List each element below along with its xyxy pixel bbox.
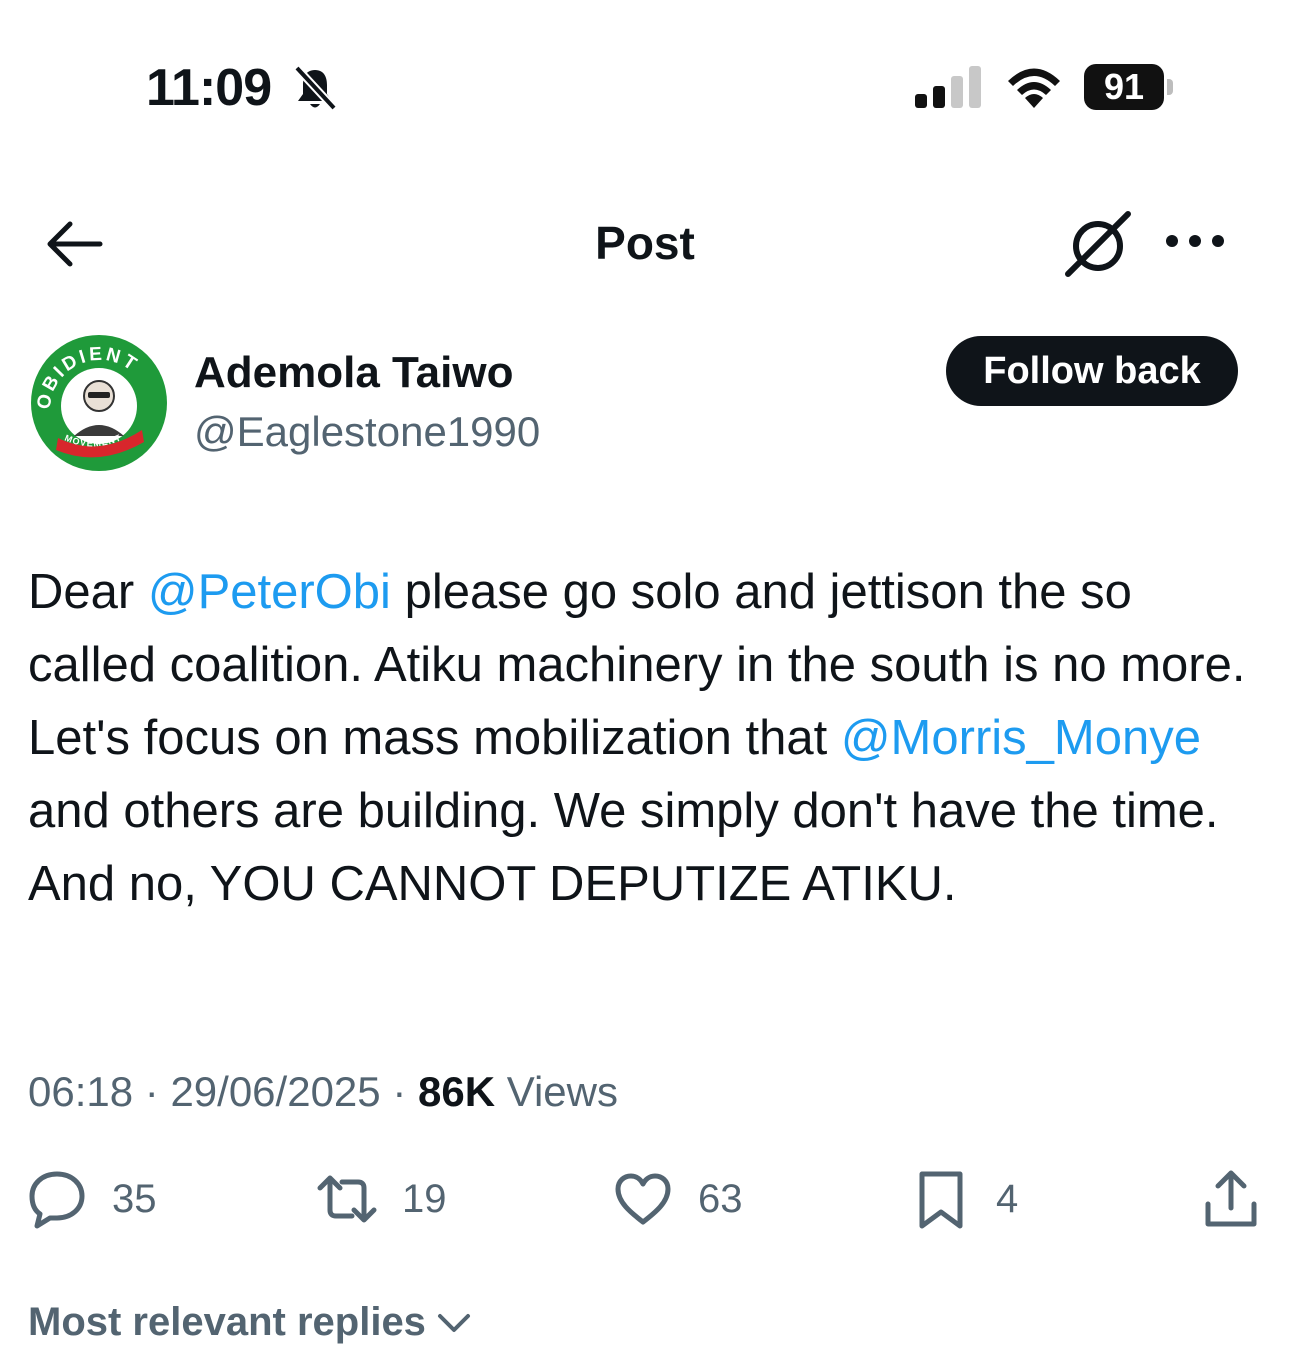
status-time: 11:09 (146, 59, 272, 117)
post-meta: 06:18 · 29/06/2025 · 86K Views (28, 1068, 618, 1115)
mention-link[interactable]: @Morris_Monye (841, 711, 1201, 765)
wifi-icon (1008, 68, 1060, 108)
more-icon[interactable] (1164, 226, 1226, 256)
post-time: 06:18 (28, 1068, 134, 1115)
post-text-segment: and others are building. We simply don't… (28, 784, 1219, 911)
share-button[interactable] (1200, 1166, 1262, 1232)
signal-icon (915, 66, 981, 108)
bell-slash-icon (294, 65, 337, 111)
author-handle[interactable]: @Eaglestone1990 (194, 408, 540, 456)
post-text: Dear @PeterObi please go solo and jettis… (28, 556, 1268, 921)
like-button[interactable]: 63 (612, 1166, 743, 1232)
post-date: 29/06/2025 (170, 1068, 381, 1115)
mention-link[interactable]: @PeterObi (148, 565, 391, 619)
heart-icon (615, 1173, 671, 1225)
battery-level: 91 (1084, 64, 1164, 110)
bookmark-button[interactable]: 4 (910, 1166, 1018, 1232)
repost-count: 19 (402, 1176, 447, 1221)
reply-button[interactable]: 35 (26, 1166, 157, 1232)
repost-button[interactable]: 19 (316, 1166, 447, 1232)
bookmark-count: 4 (996, 1176, 1019, 1221)
reply-icon (29, 1171, 85, 1229)
chevron-down-icon (437, 1313, 470, 1332)
avatar[interactable]: OBIDIENT MOVEMENT (28, 332, 170, 474)
bookmark-icon (919, 1171, 963, 1229)
share-icon (1205, 1170, 1257, 1227)
battery-icon: 91 (1084, 64, 1178, 110)
replies-filter-dropdown[interactable]: Most relevant replies (28, 1300, 472, 1345)
follow-back-button[interactable]: Follow back (946, 336, 1238, 406)
reply-count: 35 (112, 1176, 157, 1221)
grok-icon[interactable] (1064, 210, 1136, 278)
repost-icon (317, 1175, 377, 1223)
like-count: 63 (698, 1176, 743, 1221)
battery-tip (1167, 79, 1173, 95)
views-label: Views (506, 1068, 618, 1115)
views-count[interactable]: 86K (418, 1068, 495, 1115)
replies-filter-label: Most relevant replies (28, 1300, 426, 1344)
author-name[interactable]: Ademola Taiwo (194, 348, 513, 398)
post-text-segment: Dear (28, 565, 148, 619)
